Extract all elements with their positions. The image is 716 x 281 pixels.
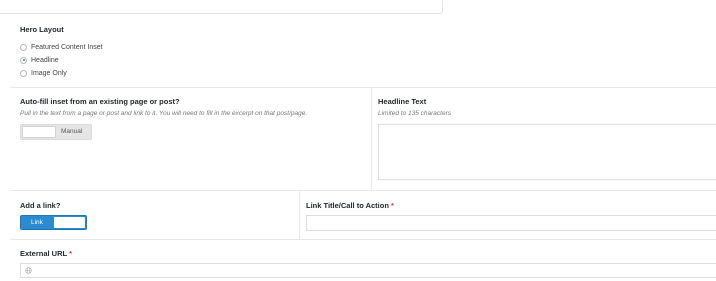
hero-option-label: Image Only [31,69,67,77]
globe-icon [25,267,32,274]
external-url-text: External URL [20,249,67,258]
headline-textarea[interactable] [378,124,716,180]
hero-option-label: Featured Content Inset [31,43,103,51]
external-url-input[interactable] [20,263,716,278]
add-link-title: Add a link? [20,201,61,210]
hero-option-featured-content-inset[interactable]: Featured Content Inset [20,42,103,52]
autofill-hint: Pull in the text from a page or post and… [20,110,308,117]
headline-text-title: Headline Text [378,97,427,106]
link-title-text: Link Title/Call to Action [306,201,389,210]
column-divider [299,191,300,239]
radio-button-selected[interactable] [20,56,27,64]
hero-option-image-only[interactable]: Image Only [20,68,67,78]
link-title-input[interactable] [306,215,716,231]
top-panel-edge [0,0,443,14]
radio-button[interactable] [20,43,27,51]
divider [10,87,716,88]
autofill-title: Auto-fill inset from an existing page or… [20,97,180,106]
toggle-label: Link [31,219,43,226]
divider [10,239,716,240]
column-divider [371,88,372,190]
hero-option-label: Headline [31,56,59,64]
required-mark: * [391,201,394,210]
toggle-label: Manual [61,128,83,135]
hero-option-headline[interactable]: Headline [20,55,59,65]
add-link-toggle[interactable]: Link [20,215,87,230]
divider [10,190,716,191]
toggle-knob [54,217,85,228]
headline-text-hint: Limited to 135 characters [378,110,451,117]
link-title-label: Link Title/Call to Action * [306,201,394,210]
external-url-label: External URL * [20,249,72,258]
autofill-manual-toggle[interactable]: Manual [20,124,92,140]
hero-layout-title: Hero Layout [20,25,64,34]
toggle-knob [22,126,56,138]
required-mark: * [69,249,72,258]
radio-button[interactable] [20,69,27,77]
